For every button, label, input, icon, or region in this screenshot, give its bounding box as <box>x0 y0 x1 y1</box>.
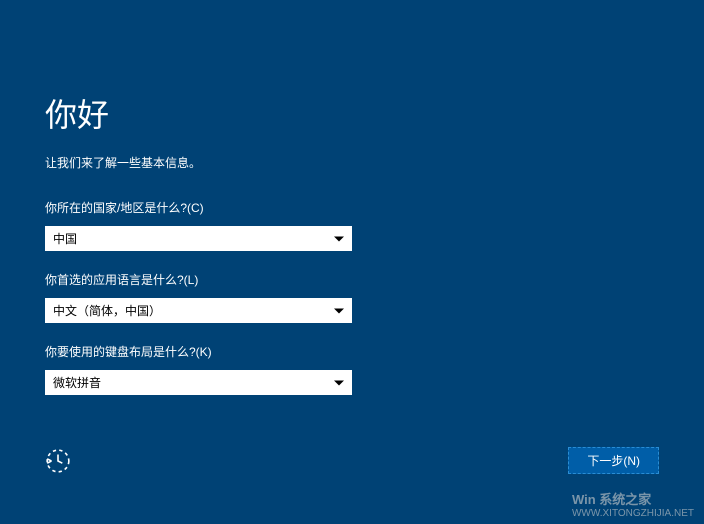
watermark-url: WWW.XITONGZHIJIA.NET <box>572 508 694 519</box>
setup-content: 你好 让我们来了解一些基本信息。 你所在的国家/地区是什么?(C) 中国 你首选… <box>0 0 704 395</box>
page-subtitle: 让我们来了解一些基本信息。 <box>45 154 659 171</box>
country-select[interactable]: 中国 <box>45 226 352 251</box>
chevron-down-icon <box>334 308 344 313</box>
chevron-down-icon <box>334 380 344 385</box>
keyboard-value: 微软拼音 <box>45 374 352 391</box>
ease-of-access-icon <box>45 448 71 474</box>
ease-of-access-button[interactable] <box>45 448 71 474</box>
country-label: 你所在的国家/地区是什么?(C) <box>45 199 659 216</box>
bottom-bar: 下一步(N) <box>45 447 659 474</box>
language-field-group: 你首选的应用语言是什么?(L) 中文（简体，中国） <box>45 271 659 323</box>
keyboard-field-group: 你要使用的键盘布局是什么?(K) 微软拼音 <box>45 343 659 395</box>
keyboard-label: 你要使用的键盘布局是什么?(K) <box>45 343 659 360</box>
language-label: 你首选的应用语言是什么?(L) <box>45 271 659 288</box>
page-title: 你好 <box>45 90 659 136</box>
watermark: Win 系统之家 WWW.XITONGZHIJIA.NET <box>572 489 694 519</box>
country-value: 中国 <box>45 230 352 247</box>
country-field-group: 你所在的国家/地区是什么?(C) 中国 <box>45 199 659 251</box>
language-value: 中文（简体，中国） <box>45 302 352 319</box>
keyboard-select[interactable]: 微软拼音 <box>45 370 352 395</box>
watermark-title: Win 系统之家 <box>572 489 694 508</box>
next-button[interactable]: 下一步(N) <box>568 447 659 474</box>
language-select[interactable]: 中文（简体，中国） <box>45 298 352 323</box>
chevron-down-icon <box>334 236 344 241</box>
